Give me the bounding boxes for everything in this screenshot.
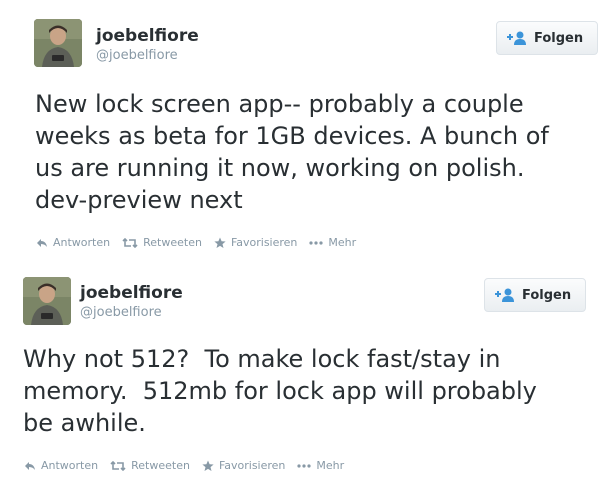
retweet-action[interactable]: Retweeten — [110, 459, 190, 472]
more-icon — [297, 463, 316, 468]
follow-button[interactable]: Folgen — [484, 278, 587, 312]
retweet-icon — [110, 460, 131, 471]
favorite-label: Favorisieren — [218, 459, 286, 472]
tweet-2: joebelfiore @joebelfiore Folgen Why not … — [0, 0, 604, 503]
author-handle[interactable]: @joebelfiore — [80, 305, 162, 320]
favorite-action[interactable]: Favorisieren — [202, 459, 285, 472]
avatar[interactable] — [23, 277, 71, 325]
reply-action[interactable]: Antworten — [24, 459, 98, 472]
reply-icon — [24, 461, 41, 471]
add-user-icon — [495, 288, 515, 302]
more-action[interactable]: Mehr — [297, 459, 344, 472]
favorite-icon — [202, 460, 219, 472]
reply-label: Antworten — [41, 459, 99, 472]
author-name[interactable]: joebelfiore — [80, 283, 183, 303]
retweet-label: Retweeten — [131, 459, 190, 472]
tweet-actions: Antworten Retweeten Favorisieren Mehr — [24, 459, 356, 472]
tweet-text: Why not 512? To make lock fast/stay in m… — [23, 345, 537, 437]
follow-label: Folgen — [522, 287, 572, 303]
more-label: Mehr — [316, 459, 345, 472]
